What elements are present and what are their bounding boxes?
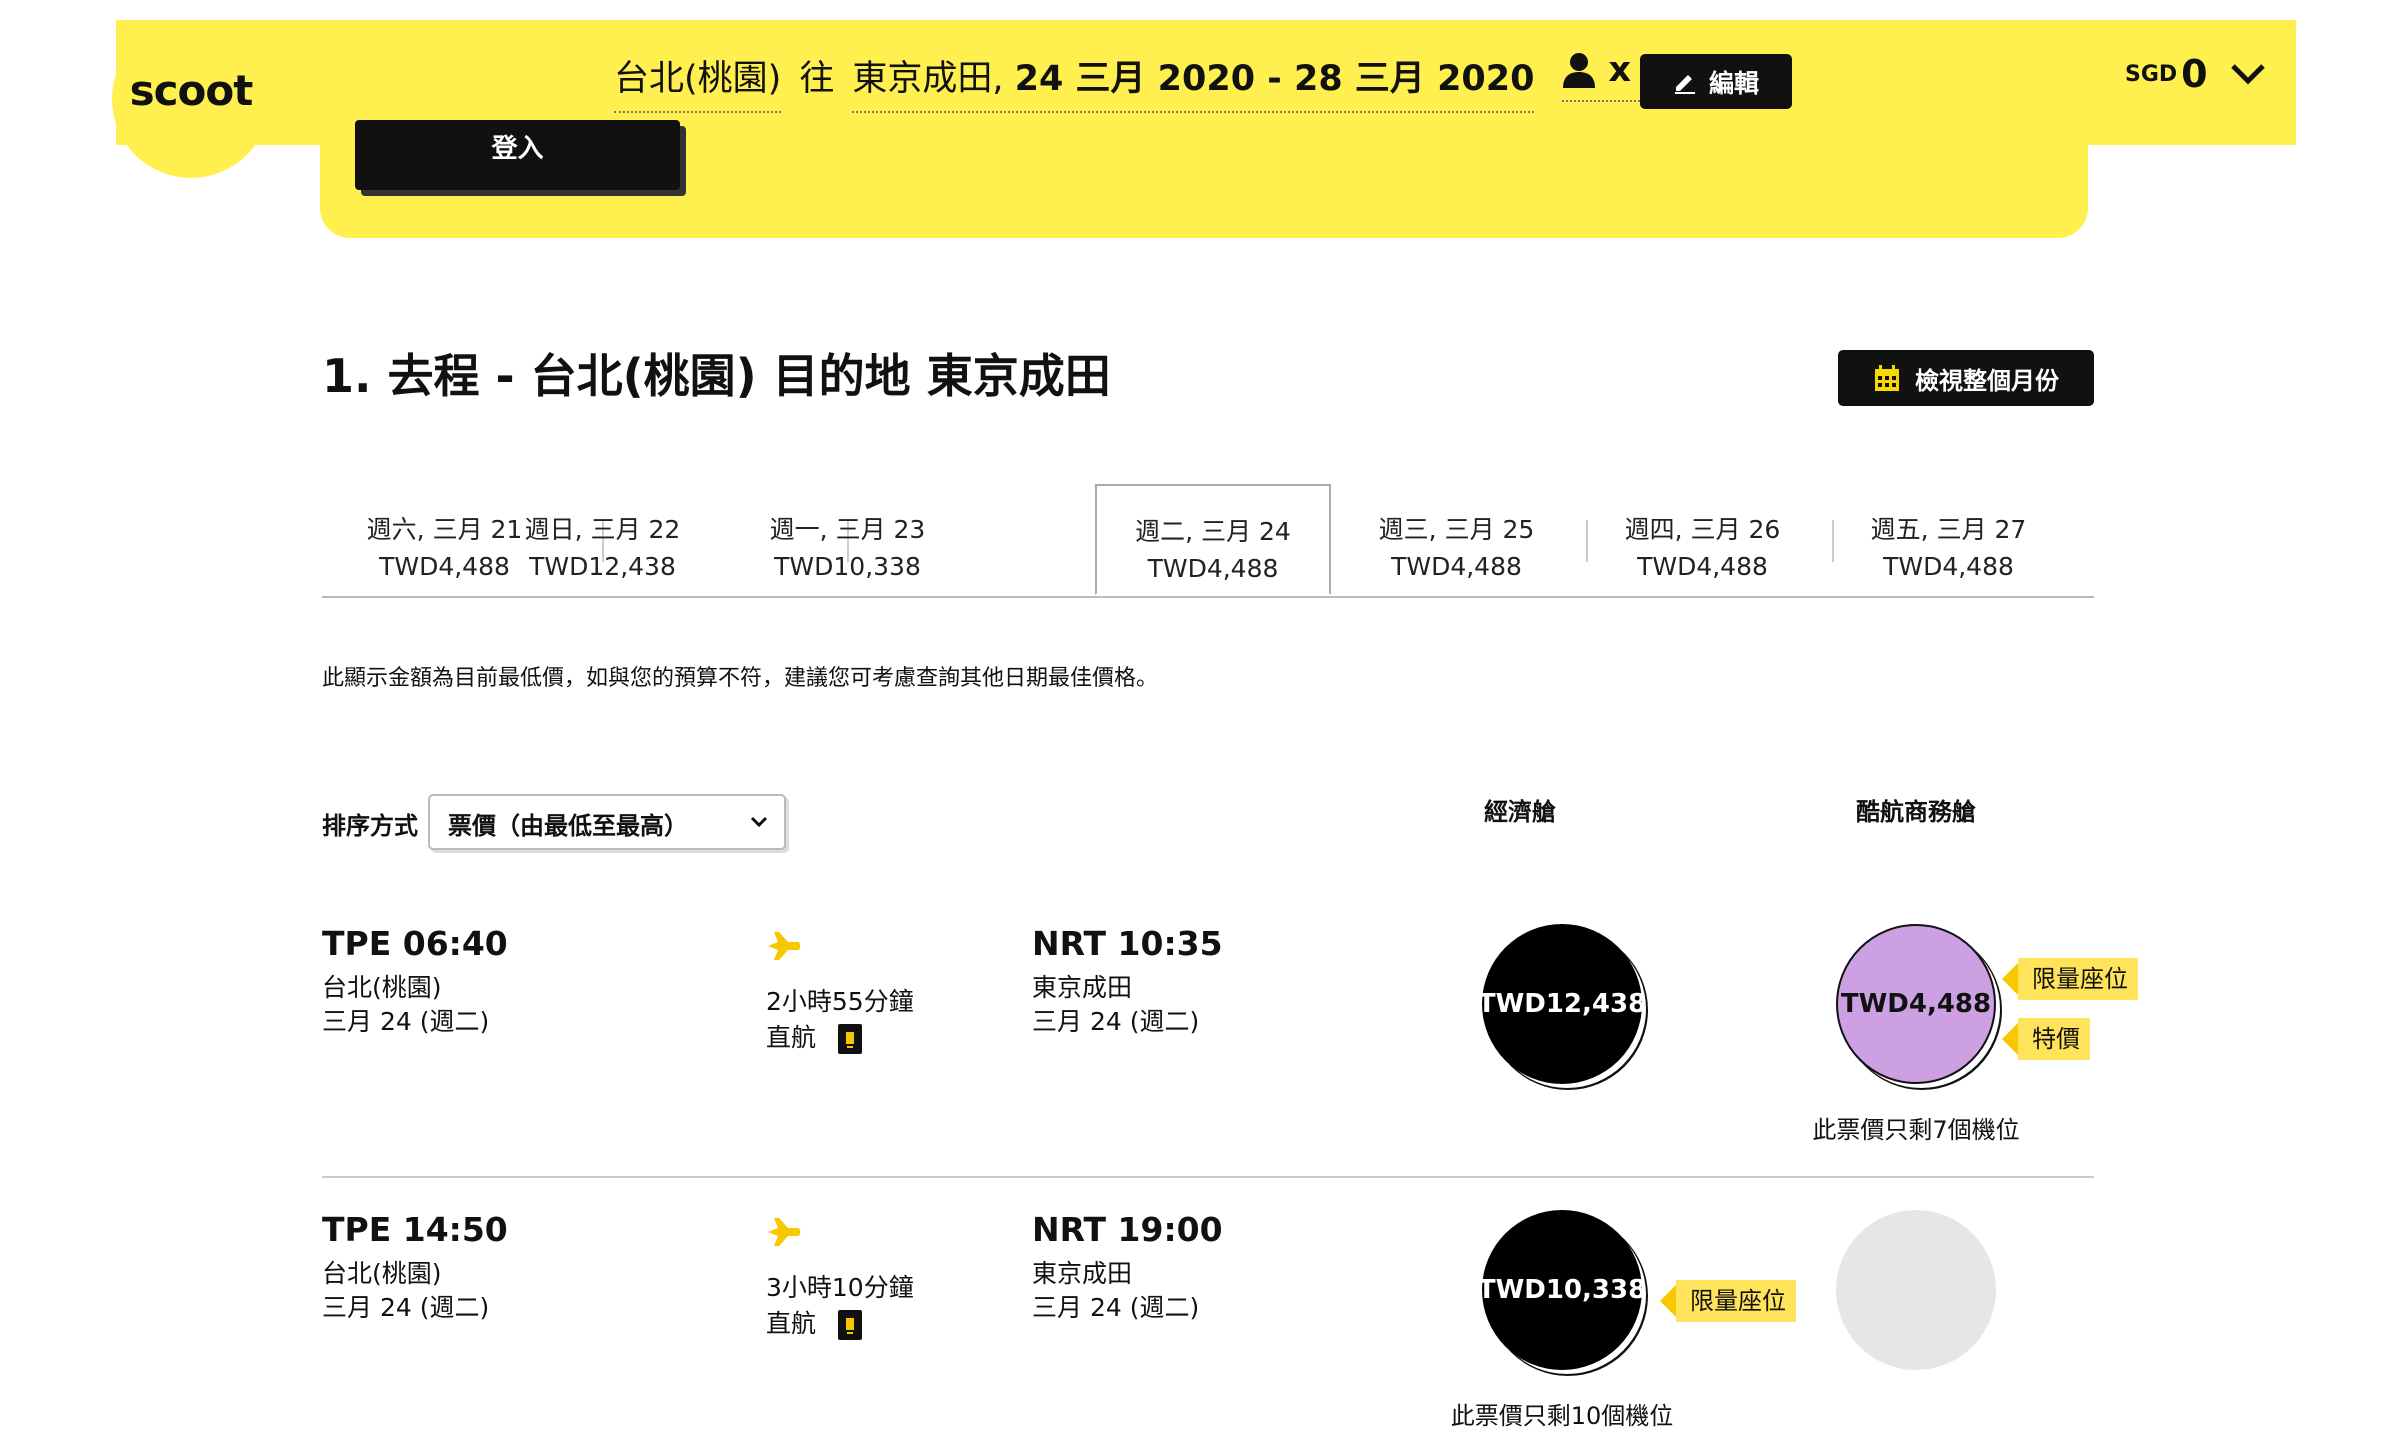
special-price-tag: 特價 xyxy=(2002,1018,2090,1060)
view-month-label: 檢視整個月份 xyxy=(1915,366,2059,395)
departure-city: 台北(桃園) xyxy=(322,1259,442,1288)
view-month-button[interactable]: 檢視整個月份 xyxy=(1838,350,2094,406)
person-icon xyxy=(1563,53,1596,88)
currency-summary[interactable]: SGD 0 xyxy=(2125,52,2266,96)
departure-time: TPE 06:40 xyxy=(322,924,508,963)
plane-icon xyxy=(768,932,801,960)
price-note: 此顯示金額為目前最低價，如與您的預算不符，建議您可考慮查詢其他日期最佳價格。 xyxy=(322,666,1159,691)
date-tab-price: TWD4,488 xyxy=(1391,552,1522,581)
pencil-icon xyxy=(1674,74,1695,94)
flight-type: 直航 xyxy=(766,1018,862,1054)
currency-total: 0 xyxy=(2181,52,2208,96)
direct-label: 直航 xyxy=(766,1023,817,1052)
arrival-time: NRT 19:00 xyxy=(1032,1210,1223,1249)
date-tab[interactable]: 週五, 三月 27 TWD4,488 xyxy=(1826,484,2071,596)
date-tab-price: TWD4,488 xyxy=(1637,552,1768,581)
flight-duration: 2小時55分鐘 xyxy=(766,987,914,1016)
date-tab-label: 週五, 三月 27 xyxy=(1870,515,2027,544)
arrival-time: NRT 10:35 xyxy=(1032,924,1223,963)
logo-text: scoot xyxy=(129,66,254,115)
economy-fare-button[interactable]: TWD12,438 xyxy=(1478,924,1646,1084)
currency-code: SGD xyxy=(2125,61,2178,87)
sort-label: 排序方式 xyxy=(322,812,418,840)
date-tab-price: TWD12,438 xyxy=(529,552,676,581)
edit-button[interactable]: 編輯 xyxy=(1640,54,1792,109)
arrival-city: 東京成田 xyxy=(1032,973,1133,1002)
trip-summary[interactable]: 台北(桃園) 往 東京成田, 24 三月 2020 - 28 三月 2020 x… xyxy=(614,50,1668,113)
date-tab[interactable]: 週四, 三月 26 TWD4,488 xyxy=(1580,484,1825,596)
origin-city[interactable]: 台北(桃園) xyxy=(614,50,782,113)
plane-icon xyxy=(768,1218,801,1246)
economy-column-header: 經濟艙 xyxy=(1484,798,1556,826)
business-fare-price: TWD4,488 xyxy=(1840,989,1992,1019)
date-tab-label: 週一, 三月 23 xyxy=(769,515,926,544)
business-fare-unavailable xyxy=(1836,1210,1996,1370)
date-tab-selected[interactable]: 週二, 三月 24 TWD4,488 xyxy=(1095,484,1331,595)
departure-time: TPE 14:50 xyxy=(322,1210,508,1249)
travel-dates: 24 三月 2020 - 28 三月 2020 xyxy=(1014,59,1535,99)
limited-seats-tag: 限量座位 xyxy=(2002,958,2138,1000)
sort-select[interactable]: 票價（由最低至最高） xyxy=(428,794,786,850)
limited-seats-tag: 限量座位 xyxy=(1660,1280,1796,1322)
date-tabs: 週六, 三月 21 TWD4,488 週日, 三月 22 TWD12,438 週… xyxy=(322,484,2094,598)
direct-label: 直航 xyxy=(766,1309,817,1338)
business-fare-button[interactable]: TWD4,488 xyxy=(1836,924,1996,1084)
login-button[interactable]: 登入 xyxy=(355,120,680,190)
edit-label: 編輯 xyxy=(1708,68,1759,98)
date-tab-label: 週二, 三月 24 xyxy=(1135,517,1291,546)
economy-fare-price: TWD10,338 xyxy=(1477,1275,1647,1305)
arrival-date: 三月 24 (週二) xyxy=(1032,1007,1200,1036)
flight-duration: 3小時10分鐘 xyxy=(766,1273,914,1302)
document-icon[interactable] xyxy=(837,1024,862,1054)
economy-fare-price: TWD12,438 xyxy=(1477,989,1647,1019)
date-tab-label: 週四, 三月 26 xyxy=(1624,515,1781,544)
page-title: 1. 去程 - 台北(桃園) 目的地 東京成田 xyxy=(322,349,1111,403)
date-tab[interactable]: 週日, 三月 22 TWD12,438 xyxy=(480,484,725,596)
calendar-icon xyxy=(1875,365,1899,391)
date-tab-price: TWD4,488 xyxy=(1883,552,2014,581)
business-column-header: 酷航商務艙 xyxy=(1856,798,1976,826)
date-tab-price: TWD4,488 xyxy=(1147,554,1279,583)
departure-date: 三月 24 (週二) xyxy=(322,1293,490,1322)
date-tab-label: 週三, 三月 25 xyxy=(1378,515,1535,544)
sort-value: 票價（由最低至最高） xyxy=(448,812,688,840)
date-tab-label: 週日, 三月 22 xyxy=(524,515,681,544)
row-divider xyxy=(322,1176,2094,1178)
date-tab[interactable]: 週一, 三月 23 TWD10,338 xyxy=(725,484,970,596)
chevron-down-icon xyxy=(750,816,768,828)
arrival-date: 三月 24 (週二) xyxy=(1032,1293,1200,1322)
seats-left-note: 此票價只剩10個機位 xyxy=(1450,1402,1674,1430)
arrival-city: 東京成田 xyxy=(1032,1259,1133,1288)
departure-date: 三月 24 (週二) xyxy=(322,1007,490,1036)
chevron-down-icon[interactable] xyxy=(2230,62,2266,86)
scoot-logo[interactable]: scoot xyxy=(112,20,270,178)
seats-left-note: 此票價只剩7個機位 xyxy=(1812,1116,2020,1144)
destination-city: 東京成田, xyxy=(852,59,1004,99)
departure-city: 台北(桃園) xyxy=(322,973,442,1002)
destination-and-dates[interactable]: 東京成田, 24 三月 2020 - 28 三月 2020 xyxy=(852,50,1535,113)
economy-fare-button[interactable]: TWD10,338 xyxy=(1478,1210,1646,1370)
to-word: 往 xyxy=(799,59,835,99)
date-tab-price: TWD10,338 xyxy=(774,552,921,581)
document-icon[interactable] xyxy=(837,1310,862,1340)
flight-type: 直航 xyxy=(766,1304,862,1340)
date-tab[interactable]: 週三, 三月 25 TWD4,488 xyxy=(1334,484,1579,596)
